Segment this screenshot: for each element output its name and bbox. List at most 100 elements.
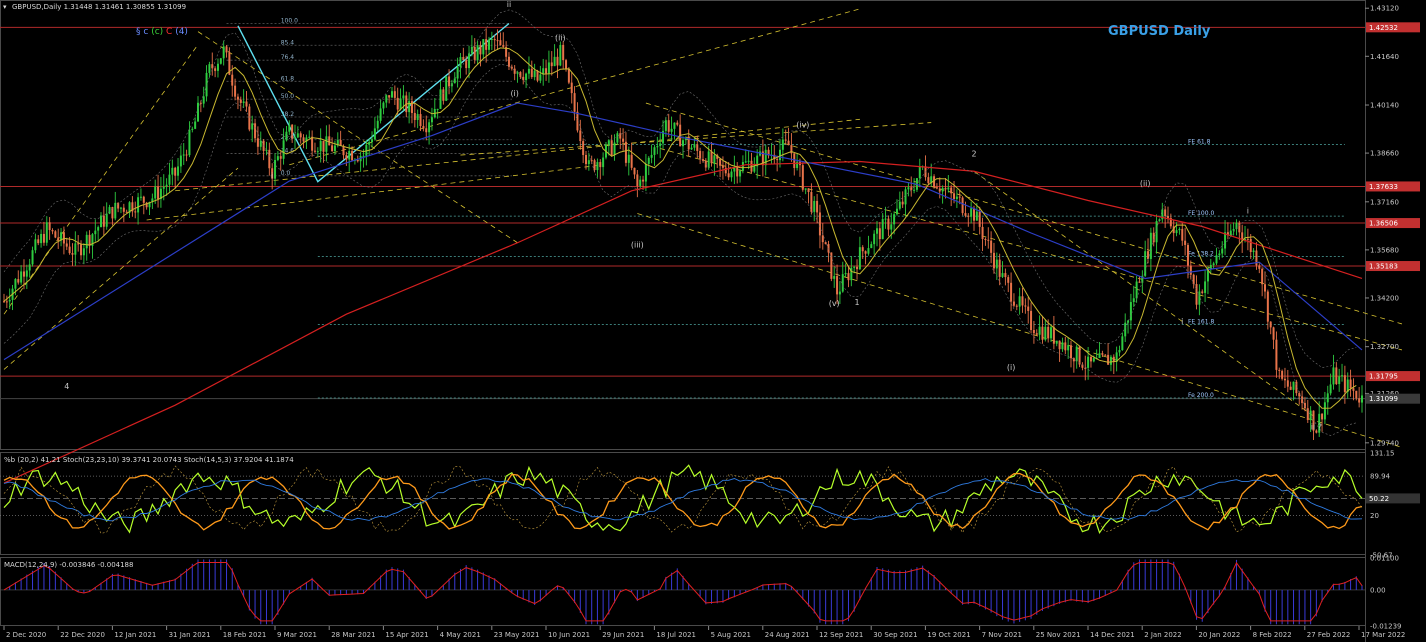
candle-body — [539, 74, 542, 81]
candle-body — [573, 93, 576, 112]
candle-body — [28, 264, 31, 271]
fib-projection-label: Fe 200.0 — [1188, 392, 1214, 399]
candle-body — [1024, 305, 1027, 307]
candle-body — [616, 133, 619, 143]
fib-projection-label: Fe 138.2 — [1188, 250, 1214, 257]
candle-body — [1184, 240, 1187, 245]
candle-body — [970, 208, 973, 217]
price-tick-label: 1.32700 — [1370, 343, 1399, 351]
candle-body — [525, 73, 528, 81]
candle-body — [947, 187, 950, 190]
candle-body — [311, 136, 314, 151]
candle-body — [981, 226, 984, 240]
candle-body — [853, 266, 856, 268]
candle-body — [242, 101, 245, 103]
candle-body — [234, 85, 237, 97]
candle-body — [513, 68, 516, 74]
candle-body — [941, 187, 944, 192]
candle-body — [527, 68, 530, 74]
candle-body — [57, 237, 60, 241]
candle-body — [556, 56, 559, 66]
candle-body — [54, 231, 57, 238]
candle-body — [727, 173, 730, 178]
candle-body — [893, 214, 896, 225]
candle-body — [1212, 263, 1215, 266]
legend-item: c — [143, 27, 151, 37]
candle-body — [995, 259, 998, 269]
candle-body — [1089, 356, 1092, 362]
candle-body — [664, 120, 667, 131]
candle-body — [231, 74, 234, 86]
candle-body — [973, 208, 975, 221]
candle-body — [114, 202, 117, 219]
candle-body — [8, 299, 11, 302]
candle-body — [165, 184, 168, 187]
candle-body — [442, 89, 445, 101]
candle-body — [1021, 296, 1024, 306]
candle-body — [482, 39, 485, 55]
candle-body — [1221, 248, 1224, 254]
candle-body — [1135, 281, 1138, 299]
wave-label: 2 — [971, 149, 976, 158]
wave-label: (i) — [1007, 363, 1015, 372]
wave-label: (iii) — [631, 241, 644, 250]
candle-body — [62, 232, 65, 244]
candle-body — [25, 270, 28, 277]
candle-body — [1067, 345, 1070, 351]
candle-body — [847, 273, 850, 281]
candle-body — [781, 139, 784, 150]
candle-body — [488, 39, 490, 50]
candle-body — [793, 153, 796, 169]
candle-body — [313, 150, 316, 152]
time-tick-label: 10 Jun 2021 — [548, 631, 590, 639]
candle-body — [636, 174, 639, 186]
candle-body — [1258, 265, 1261, 269]
candle-body — [1201, 291, 1204, 293]
candle-body — [1132, 298, 1135, 303]
candle-body — [1335, 367, 1338, 385]
candle-body — [502, 45, 505, 47]
candle-body — [650, 154, 653, 158]
candle-body — [818, 212, 821, 236]
candle-body — [268, 149, 271, 169]
wave-label: (v) — [829, 299, 840, 308]
candle-body — [1215, 255, 1218, 264]
candle-body — [624, 141, 627, 163]
candle-body — [1246, 238, 1249, 240]
time-tick-label: 8 Feb 2022 — [1253, 631, 1292, 639]
fib-retracement-label: 85.4 — [281, 39, 295, 46]
candle-body — [299, 133, 302, 138]
candle-body — [82, 248, 85, 256]
candle-body — [45, 222, 48, 243]
candle-body — [590, 160, 593, 162]
candle-body — [1032, 329, 1035, 334]
candle-body — [308, 136, 311, 138]
price-level-tag-label: 1.31795 — [1369, 373, 1398, 381]
time-tick-label: 25 Nov 2021 — [1036, 631, 1081, 639]
candle-body — [1195, 284, 1198, 305]
candle-body — [787, 140, 790, 146]
candle-body — [419, 114, 422, 127]
candle-body — [530, 68, 533, 78]
candle-body — [328, 136, 331, 146]
time-tick-label: 23 May 2021 — [494, 631, 540, 639]
fib-retracement-label: 100.0 — [281, 17, 298, 24]
candle-body — [1138, 281, 1141, 283]
candle-body — [610, 140, 613, 156]
candle-body — [1181, 228, 1184, 241]
candle-body — [1269, 321, 1272, 328]
price-level-tag-label: 1.36506 — [1369, 220, 1398, 228]
candle-body — [139, 196, 142, 198]
price-tick-label: 1.38660 — [1370, 150, 1399, 158]
candle-body — [214, 68, 217, 71]
candle-body — [251, 123, 254, 130]
candle-body — [1321, 413, 1324, 420]
candle-body — [1209, 265, 1212, 269]
candle-body — [496, 40, 499, 42]
candle-body — [673, 122, 676, 129]
candle-body — [901, 201, 904, 205]
wave-label: ii ? — [1311, 423, 1322, 432]
price-panel-frame — [0, 0, 1366, 450]
candle-body — [816, 200, 819, 213]
candle-body — [1178, 228, 1181, 231]
